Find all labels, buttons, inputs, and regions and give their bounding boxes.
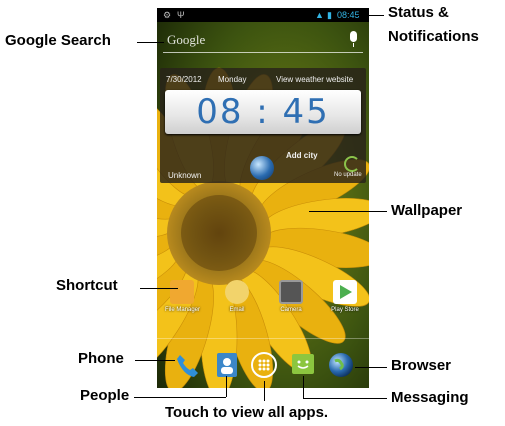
callout-line-messaging [303,398,387,399]
usb-icon: Ψ [177,10,185,20]
callout-line-status [358,15,384,16]
callout-line-messaging-vertical [303,376,304,398]
clock-display: 08 : 45 [165,90,361,134]
people-icon [217,353,237,377]
battery-icon: ▮ [327,10,332,20]
callout-line-google-search [137,42,164,43]
app-label: Camera [280,307,302,313]
callout-line-wallpaper [309,211,387,212]
wallpaper [157,8,369,388]
callout-line-people-vertical [226,376,227,397]
app-play-store[interactable]: Play Store [328,280,362,313]
weather-website-link[interactable]: View weather website [276,75,353,84]
app-label: Email [229,307,245,313]
camera-icon [279,280,303,304]
email-icon [225,280,249,304]
callout-line-browser [355,367,387,368]
callout-all-apps: Touch to view all apps. [165,404,329,421]
google-search-bar[interactable]: Google [163,28,363,53]
dock-messaging[interactable] [289,351,317,379]
callout-line-people [134,397,226,398]
phone-icon [177,355,198,377]
play-store-icon [333,280,357,304]
browser-icon [329,353,353,377]
callout-wallpaper: Wallpaper [391,202,463,219]
widget-location: Unknown [168,171,202,180]
widget-date: 7/30/2012 [166,75,202,84]
callout-line-shortcut [140,288,178,289]
callout-phone: Phone [78,350,124,367]
phone-screen: ⚙ Ψ ▲ ▮ 08:45 Google 7/30/2012 Monday Vi… [157,8,369,388]
app-file-manager[interactable]: File Manager [165,280,201,313]
callout-browser: Browser [391,357,452,374]
app-label: File Manager [165,307,201,313]
dock-browser[interactable] [327,351,355,379]
status-time: 08:45 [337,10,360,20]
widget-update-status: No update [334,172,362,178]
dock-phone[interactable] [173,351,201,379]
callout-line-all-apps [264,381,265,401]
widget-day: Monday [218,75,247,84]
dock-divider [157,338,369,339]
app-email[interactable]: Email [220,280,254,313]
app-camera[interactable]: Camera [274,280,308,313]
callout-messaging: Messaging [391,389,469,406]
callout-people: People [80,387,130,404]
signal-icon: ▲ [315,10,324,20]
all-apps-icon [251,352,277,378]
status-bar[interactable]: ⚙ Ψ ▲ ▮ 08:45 [157,8,369,22]
settings-icon: ⚙ [163,10,172,20]
callout-google-search: Google Search [5,32,111,49]
messaging-icon [292,354,314,374]
globe-icon [250,156,274,180]
app-label: Play Store [331,307,359,313]
google-logo: Google [167,32,206,47]
add-city-button[interactable]: Add city [286,151,318,160]
dock-people[interactable] [213,351,241,379]
dock-all-apps[interactable] [250,351,278,379]
callout-shortcut: Shortcut [56,277,118,294]
clock-time: 08 : 45 [196,92,330,132]
callout-status-line1: Status & [388,4,449,21]
callout-status-line2: Notifications [388,28,479,45]
refresh-icon[interactable] [344,156,360,172]
mic-icon[interactable] [350,31,357,47]
callout-line-phone [135,360,175,361]
folder-icon [170,280,194,304]
weather-clock-widget[interactable]: 7/30/2012 Monday View weather website 08… [160,68,366,183]
